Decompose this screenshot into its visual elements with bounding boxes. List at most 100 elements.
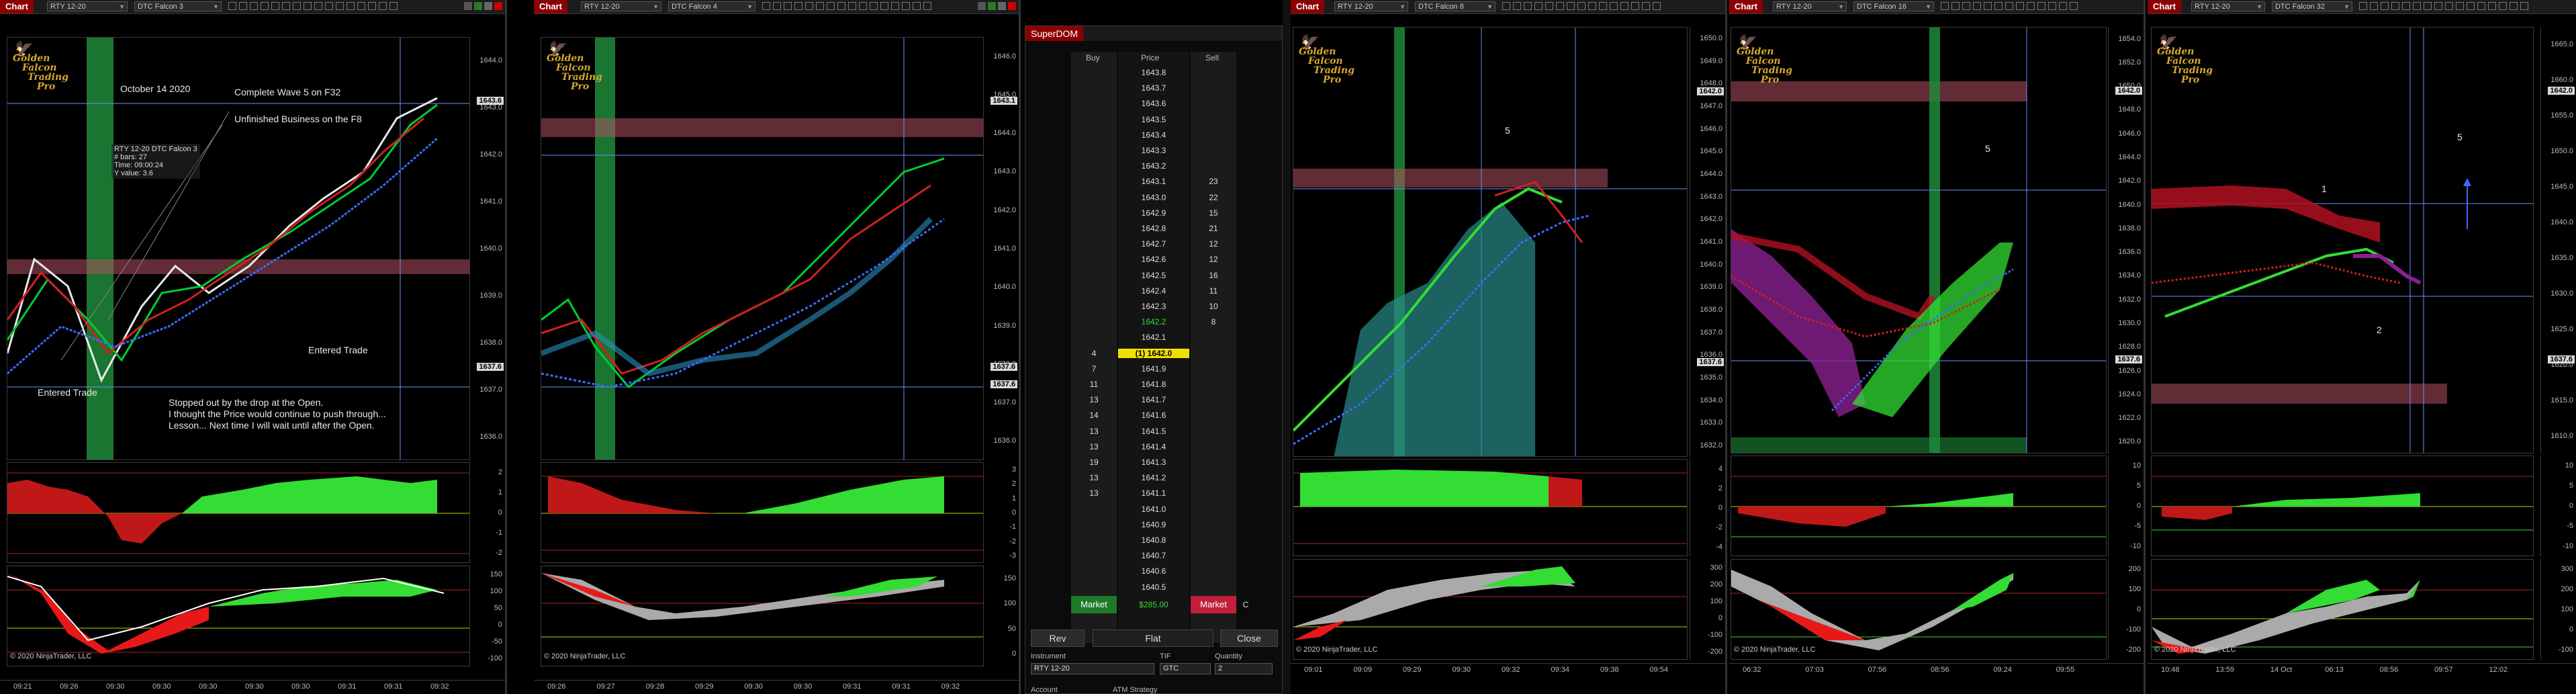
price-cell[interactable]: 1641.3 bbox=[1118, 458, 1189, 467]
price-cell[interactable]: 1643.0 bbox=[1118, 193, 1189, 202]
price-cell[interactable]: (1) 1642.0 bbox=[1118, 348, 1189, 358]
buy-cell[interactable]: 4 bbox=[1071, 349, 1117, 358]
flatten-button[interactable]: Flat bbox=[1093, 630, 1213, 647]
sell-cell[interactable]: 16 bbox=[1191, 271, 1236, 280]
sell-cell[interactable]: 12 bbox=[1191, 239, 1236, 249]
price-cell[interactable]: 1640.5 bbox=[1118, 582, 1189, 592]
oscillator-panel-1[interactable] bbox=[2151, 456, 2534, 556]
price-cell[interactable]: 1643.8 bbox=[1118, 68, 1189, 77]
price-cell[interactable]: 1642.8 bbox=[1118, 224, 1189, 233]
sell-cell[interactable]: 12 bbox=[1191, 255, 1236, 264]
price-cell[interactable]: 1640.6 bbox=[1118, 566, 1189, 576]
market-sell-button[interactable]: Market bbox=[1191, 596, 1236, 613]
price-cell[interactable]: 1643.1 bbox=[1118, 177, 1189, 186]
oscillator-panel-1[interactable] bbox=[7, 462, 470, 563]
template-selector[interactable]: DTC Falcon 4 ▼ bbox=[668, 1, 755, 11]
tif-select[interactable]: GTC bbox=[1160, 663, 1211, 675]
sell-cell[interactable]: 15 bbox=[1191, 208, 1236, 218]
buy-cell[interactable]: 13 bbox=[1071, 427, 1117, 436]
price-cell[interactable]: 1643.7 bbox=[1118, 83, 1189, 93]
instrument-selector[interactable]: RTY 12-20 ▼ bbox=[2191, 1, 2265, 11]
price-cell[interactable]: 1641.9 bbox=[1118, 364, 1189, 374]
buy-cell[interactable]: 13 bbox=[1071, 473, 1117, 482]
chart-tab[interactable]: Chart bbox=[1291, 0, 1324, 13]
buy-cell[interactable]: 14 bbox=[1071, 410, 1117, 420]
osc1-axis[interactable]: 3 2 1 0 -1 -2 -3 bbox=[983, 462, 1019, 563]
sell-cell[interactable]: 23 bbox=[1191, 177, 1236, 186]
oscillator-panel-2[interactable]: © 2020 NinjaTrader, LLC bbox=[1293, 559, 1688, 660]
osc2-axis[interactable]: 300 200 100 0 -100 -200 bbox=[1690, 559, 1725, 660]
price-cell[interactable]: 1642.6 bbox=[1118, 255, 1189, 264]
oscillator-panel-2[interactable]: © 2020 NinjaTrader, LLC bbox=[541, 566, 984, 666]
price-panel[interactable]: 🦅 Golden Falcon Trading Pro 5 bbox=[1293, 27, 1688, 457]
template-selector[interactable]: DTC Falcon 8 ▼ bbox=[1415, 1, 1496, 11]
instrument-field[interactable]: RTY 12-20 bbox=[1031, 663, 1154, 675]
price-cell[interactable]: 1641.2 bbox=[1118, 473, 1189, 482]
price-panel[interactable]: 🦅 Golden Falcon Trading Pro 5 1 2 bbox=[2151, 27, 2534, 453]
price-cell[interactable]: 1641.0 bbox=[1118, 505, 1189, 514]
price-panel[interactable]: 🦅 Golden Falcon Trading Pro 5 bbox=[1731, 27, 2107, 453]
price-axis[interactable]: 1654.0 1652.0 1650.0 1648.0 1646.0 1644.0 1642… bbox=[2108, 27, 2144, 453]
osc1-axis[interactable]: 2 1 0 -1 -2 bbox=[469, 462, 505, 563]
time-axis[interactable]: 09:21 09:26 09:30 09:30 09:30 09:30 09:30 09:31… bbox=[0, 680, 505, 694]
price-cell[interactable]: 1641.7 bbox=[1118, 395, 1189, 404]
osc2-axis[interactable]: 150 100 50 0 -50 -100 bbox=[469, 566, 505, 666]
price-axis[interactable]: 1650.0 1649.0 1648.0 1647.0 1646.0 1645.0 1644… bbox=[1690, 27, 1725, 457]
price-axis[interactable]: 1644.0 1643.0 1642.0 1641.0 1640.0 1639.0 1638… bbox=[469, 37, 505, 460]
drawing-tools[interactable] bbox=[2359, 2, 2528, 11]
time-axis[interactable]: 10:48 13:59 14 Oct 06:13 08:56 09:57 12:02 bbox=[2148, 663, 2576, 677]
osc2-axis[interactable]: 300 200 100 0 -100 bbox=[2540, 559, 2576, 660]
drawing-tools[interactable] bbox=[1502, 2, 1661, 11]
price-cell[interactable]: 1642.1 bbox=[1118, 333, 1189, 342]
price-cell[interactable]: 1643.3 bbox=[1118, 146, 1189, 155]
price-cell[interactable]: 1641.5 bbox=[1118, 427, 1189, 436]
quantity-stepper[interactable]: 2 bbox=[1215, 663, 1273, 675]
sell-cell[interactable]: 10 bbox=[1191, 302, 1236, 311]
price-cell[interactable]: 1643.2 bbox=[1118, 161, 1189, 171]
price-cell[interactable]: 1642.7 bbox=[1118, 239, 1189, 249]
drawing-tools[interactable] bbox=[762, 2, 931, 11]
template-selector[interactable]: DTC Falcon 32 ▼ bbox=[2272, 1, 2352, 11]
chart-tab[interactable]: Chart bbox=[0, 0, 34, 13]
time-axis[interactable]: 09:01 09:09 09:29 09:30 09:32 09:34 09:38 09:54 bbox=[1291, 663, 1725, 677]
osc1-axis[interactable]: 10 5 0 -5 -10 bbox=[2108, 456, 2144, 556]
time-axis[interactable]: 06:32 07:03 07:56 08:56 09:24 09:55 bbox=[1729, 663, 2144, 677]
price-cell[interactable]: 1641.6 bbox=[1118, 410, 1189, 420]
price-panel[interactable]: 🦅 Golden Falcon Trading Pro October 14 2020… bbox=[7, 37, 470, 460]
instrument-selector[interactable]: RTY 12-20 ▼ bbox=[1773, 1, 1847, 11]
chart-tab[interactable]: Chart bbox=[1729, 0, 1763, 13]
sell-cell[interactable]: 21 bbox=[1191, 224, 1236, 233]
instrument-selector[interactable]: RTY 12-20 ▼ bbox=[581, 1, 661, 11]
sell-cell[interactable]: 8 bbox=[1191, 317, 1236, 327]
price-cell[interactable]: 1640.8 bbox=[1118, 535, 1189, 545]
oscillator-panel-2[interactable]: © 2020 NinjaTrader, LLC bbox=[7, 566, 470, 666]
price-cell[interactable]: 1643.6 bbox=[1118, 99, 1189, 108]
buy-cell[interactable]: 11 bbox=[1071, 380, 1117, 389]
window-controls[interactable] bbox=[978, 2, 1016, 10]
instrument-selector[interactable]: RTY 12-20 ▼ bbox=[47, 1, 128, 11]
buy-cell[interactable]: 13 bbox=[1071, 395, 1117, 404]
sell-cell[interactable]: 22 bbox=[1191, 193, 1236, 202]
c-label[interactable]: C bbox=[1240, 600, 1251, 609]
template-selector[interactable]: DTC Falcon 16 ▼ bbox=[1853, 1, 1934, 11]
chart-tab[interactable]: Chart bbox=[534, 0, 567, 13]
oscillator-panel-1[interactable] bbox=[1293, 459, 1688, 556]
time-axis[interactable]: 09:26 09:27 09:28 09:29 09:30 09:30 09:31 09:31… bbox=[534, 680, 1019, 694]
buy-cell[interactable]: 19 bbox=[1071, 458, 1117, 467]
oscillator-panel-1[interactable] bbox=[541, 462, 984, 563]
price-cell[interactable]: 1641.1 bbox=[1118, 488, 1189, 498]
reverse-button[interactable]: Rev bbox=[1031, 630, 1085, 647]
price-axis[interactable]: 1665.0 1660.0 1655.0 1650.0 1645.0 1640.0 1635… bbox=[2540, 27, 2576, 453]
price-cell[interactable]: 1643.5 bbox=[1118, 115, 1189, 124]
close-button[interactable]: Close bbox=[1220, 630, 1278, 647]
window-controls[interactable] bbox=[464, 2, 502, 10]
price-cell[interactable]: 1641.8 bbox=[1118, 380, 1189, 389]
osc2-axis[interactable]: 200 100 0 -100 -200 bbox=[2108, 559, 2144, 660]
price-cell[interactable]: 1640.9 bbox=[1118, 520, 1189, 529]
instrument-selector[interactable]: RTY 12-20 ▼ bbox=[1334, 1, 1408, 11]
template-selector[interactable]: DTC Falcon 3 ▼ bbox=[134, 1, 222, 11]
osc1-axis[interactable]: 4 2 0 -2 -4 bbox=[1690, 459, 1725, 556]
price-cell[interactable]: 1642.2 bbox=[1118, 317, 1189, 327]
price-axis[interactable]: 1646.0 1645.0 1644.0 1643.0 1642.0 1641.0 1640… bbox=[983, 37, 1019, 460]
oscillator-panel-2[interactable]: © 2020 NinjaTrader, LLC bbox=[1731, 559, 2107, 660]
